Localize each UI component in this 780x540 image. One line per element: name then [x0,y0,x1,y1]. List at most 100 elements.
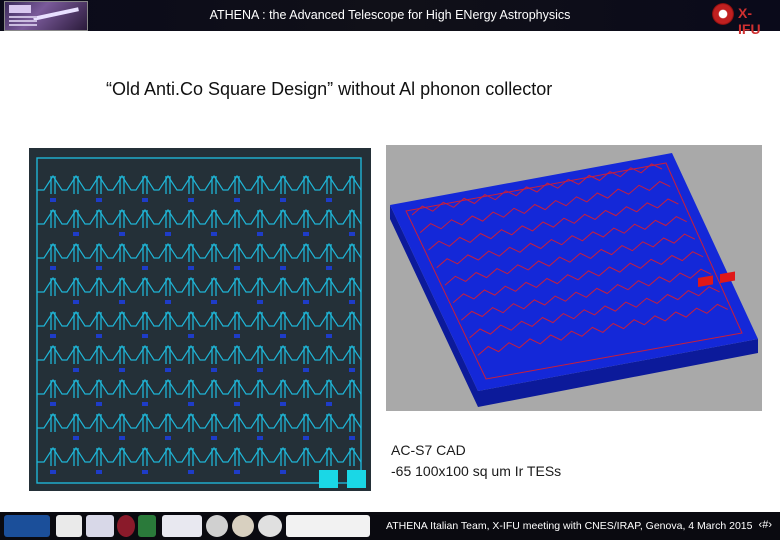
tes-sensor [188,198,194,202]
page-number: ‹#› [758,519,772,531]
bus-line [37,378,362,395]
tes-sensor [326,266,332,270]
bus-line [37,276,362,293]
tes-sensor [73,300,79,304]
detector-layout-image [29,148,371,491]
tes-sensor [142,266,148,270]
tes-sensor [211,300,217,304]
footer-logo-1 [4,515,50,537]
tes-sensor [303,232,309,236]
tes-sensor [165,300,171,304]
tes-sensor [96,470,102,474]
tes-sensor [303,300,309,304]
header-title: ATHENA : the Advanced Telescope for High… [209,8,571,22]
bus-line [37,412,362,429]
tes-sensor [349,232,355,236]
tes-sensor [234,334,240,338]
tes-sensor [234,470,240,474]
tes-sensor [211,368,217,372]
footer-text: ATHENA Italian Team, X-IFU meeting with … [386,520,753,532]
footer-logo-8 [232,515,254,537]
footer-logo-7 [206,515,228,537]
tes-sensor [50,334,56,338]
tes-sensor [257,368,263,372]
tes-sensor [73,436,79,440]
tes-sensor [50,402,56,406]
caption-line-1: AC-S7 CAD [391,442,466,458]
bus-line [37,446,362,463]
tes-sensor [280,334,286,338]
tes-sensor [326,198,332,202]
tes-sensor [326,334,332,338]
tes-sensor [165,232,171,236]
bond-pad [347,470,366,488]
tes-sensor [188,470,194,474]
tes-sensor [119,368,125,372]
footer-logo-9 [258,515,282,537]
tes-sensor [280,470,286,474]
athena-logo [4,1,88,31]
slide-title: “Old Anti.Co Square Design” without Al p… [106,79,553,99]
tes-sensor [165,368,171,372]
tes-sensor [257,300,263,304]
tes-sensor [211,232,217,236]
tes-sensor [326,402,332,406]
tes-sensor [234,402,240,406]
tes-sensor [257,436,263,440]
footer-logo-5 [138,515,156,537]
tes-sensor [349,436,355,440]
tes-sensor [280,402,286,406]
caption-line-2: -65 100x100 sq um Ir TESs [391,463,562,479]
cad-render-drawing [390,153,758,407]
tes-sensor [96,198,102,202]
detector-layout-drawing [36,157,366,488]
infn-logo [56,515,82,537]
tes-sensor [119,300,125,304]
tes-sensor [234,198,240,202]
header-bar: ATHENA : the Advanced Telescope for High… [0,0,780,37]
tes-sensor [188,402,194,406]
bus-line [37,344,362,361]
xifu-logo-text: X-IFU [738,5,761,37]
tes-sensor [165,436,171,440]
tes-sensor [96,402,102,406]
tes-sensor [50,198,56,202]
tes-sensor [280,266,286,270]
tes-sensor [96,266,102,270]
xifu-logo: X-IFU [708,2,774,37]
roma-tre-logo [162,515,202,537]
tes-sensor [303,368,309,372]
tes-sensor [303,436,309,440]
bus-line [37,310,362,327]
bus-line [37,242,362,259]
tes-sensor [142,402,148,406]
tes-sensor [211,436,217,440]
bus-line [37,174,362,191]
tes-sensor [142,334,148,338]
cad-render-image [386,145,762,411]
tes-sensor [50,266,56,270]
tes-sensor [188,334,194,338]
tes-sensor [119,232,125,236]
cnr-ifn-logo [286,515,370,537]
footer-logo-3 [86,515,114,537]
xifu-emblem-icon [712,3,734,25]
footer-logo-4 [117,515,135,537]
tes-sensor [96,334,102,338]
tes-sensor [119,436,125,440]
tes-sensor [188,266,194,270]
tes-sensor [257,232,263,236]
tes-sensor [234,266,240,270]
footer-bar: ATHENA Italian Team, X-IFU meeting with … [0,512,780,540]
bus-line [37,208,362,225]
tes-sensor [50,470,56,474]
tes-sensor [73,368,79,372]
tes-sensor [349,368,355,372]
tes-sensor [73,232,79,236]
tes-sensor [142,198,148,202]
layout-frame [36,157,362,484]
tes-sensor [142,470,148,474]
tes-sensor [280,198,286,202]
tes-sensor [349,300,355,304]
bond-pad [319,470,338,488]
